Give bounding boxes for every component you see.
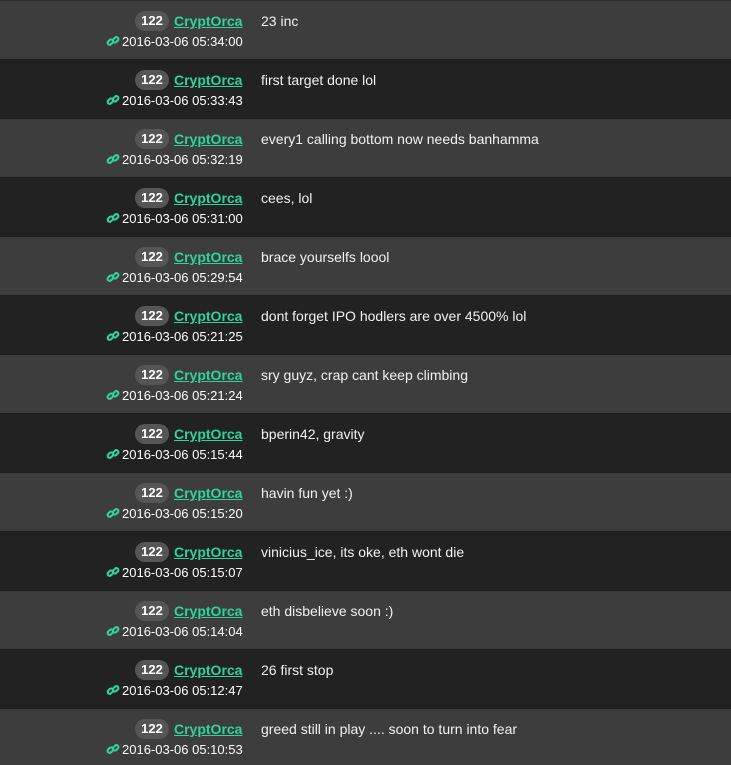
username-link[interactable]: CryptOrca [174, 601, 242, 621]
message-text: greed still in play .... soon to turn in… [261, 721, 518, 737]
permalink-timestamp[interactable]: 2016-03-06 05:31:00 [106, 210, 243, 228]
permalink-timestamp[interactable]: 2016-03-06 05:34:00 [106, 33, 243, 51]
timestamp-text: 2016-03-06 05:21:25 [122, 329, 243, 344]
timestamp-text: 2016-03-06 05:15:44 [122, 447, 243, 462]
link-icon [106, 626, 120, 636]
reputation-badge: 122 [135, 660, 169, 680]
link-icon [106, 272, 120, 282]
permalink-timestamp[interactable]: 2016-03-06 05:32:19 [106, 151, 243, 169]
username-link[interactable]: CryptOrca [174, 11, 242, 31]
chat-message-row: 122 CryptOrca 2016-03-06 05:15:07 vinici… [0, 531, 731, 590]
permalink-timestamp[interactable]: 2016-03-06 05:21:25 [106, 328, 243, 346]
timestamp-text: 2016-03-06 05:31:00 [122, 211, 243, 226]
chat-message-row: 122 CryptOrca 2016-03-06 05:14:04 eth di… [0, 590, 731, 649]
link-icon [106, 154, 120, 164]
reputation-badge: 122 [135, 719, 169, 739]
message-text: eth disbelieve soon :) [261, 603, 394, 619]
message-text: first target done lol [261, 72, 377, 88]
username-link[interactable]: CryptOrca [174, 247, 242, 267]
reputation-badge: 122 [135, 424, 169, 444]
username-link[interactable]: CryptOrca [174, 129, 242, 149]
timestamp-text: 2016-03-06 05:10:53 [122, 742, 243, 757]
message-text: every1 calling bottom now needs banhamma [261, 131, 539, 147]
chat-message-row: 122 CryptOrca 2016-03-06 05:33:43 first … [0, 59, 731, 118]
username-link[interactable]: CryptOrca [174, 306, 242, 326]
permalink-timestamp[interactable]: 2016-03-06 05:14:04 [106, 623, 243, 641]
timestamp-text: 2016-03-06 05:29:54 [122, 270, 243, 285]
username-link[interactable]: CryptOrca [174, 719, 242, 739]
permalink-timestamp[interactable]: 2016-03-06 05:21:24 [106, 387, 243, 405]
link-icon [106, 331, 120, 341]
timestamp-text: 2016-03-06 05:15:07 [122, 565, 243, 580]
link-icon [106, 449, 120, 459]
permalink-timestamp[interactable]: 2016-03-06 05:29:54 [106, 269, 243, 287]
chat-message-row: 122 CryptOrca 2016-03-06 05:15:20 havin … [0, 472, 731, 531]
reputation-badge: 122 [135, 129, 169, 149]
message-text: 26 first stop [261, 662, 334, 678]
reputation-badge: 122 [135, 306, 169, 326]
link-icon [106, 567, 120, 577]
username-link[interactable]: CryptOrca [174, 660, 242, 680]
chat-log: 122 CryptOrca 2016-03-06 05:34:00 23 inc… [0, 0, 731, 765]
message-text: havin fun yet :) [261, 485, 353, 501]
message-text: bperin42, gravity [261, 426, 365, 442]
timestamp-text: 2016-03-06 05:34:00 [122, 34, 243, 49]
chat-message-row: 122 CryptOrca 2016-03-06 05:31:00 cees, … [0, 177, 731, 236]
reputation-badge: 122 [135, 542, 169, 562]
timestamp-text: 2016-03-06 05:32:19 [122, 152, 243, 167]
link-icon [106, 508, 120, 518]
link-icon [106, 36, 120, 46]
username-link[interactable]: CryptOrca [174, 424, 242, 444]
username-link[interactable]: CryptOrca [174, 365, 242, 385]
permalink-timestamp[interactable]: 2016-03-06 05:15:20 [106, 505, 243, 523]
permalink-timestamp[interactable]: 2016-03-06 05:33:43 [106, 92, 243, 110]
reputation-badge: 122 [135, 365, 169, 385]
reputation-badge: 122 [135, 70, 169, 90]
username-link[interactable]: CryptOrca [174, 542, 242, 562]
timestamp-text: 2016-03-06 05:15:20 [122, 506, 243, 521]
message-text: cees, lol [261, 190, 313, 206]
chat-message-row: 122 CryptOrca 2016-03-06 05:34:00 23 inc [0, 0, 731, 59]
reputation-badge: 122 [135, 601, 169, 621]
message-text: sry guyz, crap cant keep climbing [261, 367, 468, 383]
permalink-timestamp[interactable]: 2016-03-06 05:12:47 [106, 682, 243, 700]
permalink-timestamp[interactable]: 2016-03-06 05:10:53 [106, 741, 243, 759]
username-link[interactable]: CryptOrca [174, 483, 242, 503]
reputation-badge: 122 [135, 483, 169, 503]
chat-message-row: 122 CryptOrca 2016-03-06 05:21:24 sry gu… [0, 354, 731, 413]
permalink-timestamp[interactable]: 2016-03-06 05:15:07 [106, 564, 243, 582]
chat-message-row: 122 CryptOrca 2016-03-06 05:29:54 brace … [0, 236, 731, 295]
chat-message-row: 122 CryptOrca 2016-03-06 05:15:44 bperin… [0, 413, 731, 472]
reputation-badge: 122 [135, 188, 169, 208]
chat-message-row: 122 CryptOrca 2016-03-06 05:21:25 dont f… [0, 295, 731, 354]
username-link[interactable]: CryptOrca [174, 70, 242, 90]
username-link[interactable]: CryptOrca [174, 188, 242, 208]
link-icon [106, 213, 120, 223]
link-icon [106, 390, 120, 400]
message-text: vinicius_ice, its oke, eth wont die [261, 544, 465, 560]
chat-message-row: 122 CryptOrca 2016-03-06 05:10:53 greed … [0, 708, 731, 765]
message-text: 23 inc [261, 13, 299, 29]
timestamp-text: 2016-03-06 05:12:47 [122, 683, 243, 698]
timestamp-text: 2016-03-06 05:21:24 [122, 388, 243, 403]
reputation-badge: 122 [135, 11, 169, 31]
reputation-badge: 122 [135, 247, 169, 267]
link-icon [106, 744, 120, 754]
link-icon [106, 685, 120, 695]
timestamp-text: 2016-03-06 05:14:04 [122, 624, 243, 639]
permalink-timestamp[interactable]: 2016-03-06 05:15:44 [106, 446, 243, 464]
message-text: brace yourselfs loool [261, 249, 390, 265]
timestamp-text: 2016-03-06 05:33:43 [122, 93, 243, 108]
chat-message-row: 122 CryptOrca 2016-03-06 05:32:19 every1… [0, 118, 731, 177]
link-icon [106, 95, 120, 105]
message-text: dont forget IPO hodlers are over 4500% l… [261, 308, 527, 324]
chat-message-row: 122 CryptOrca 2016-03-06 05:12:47 26 fir… [0, 649, 731, 708]
